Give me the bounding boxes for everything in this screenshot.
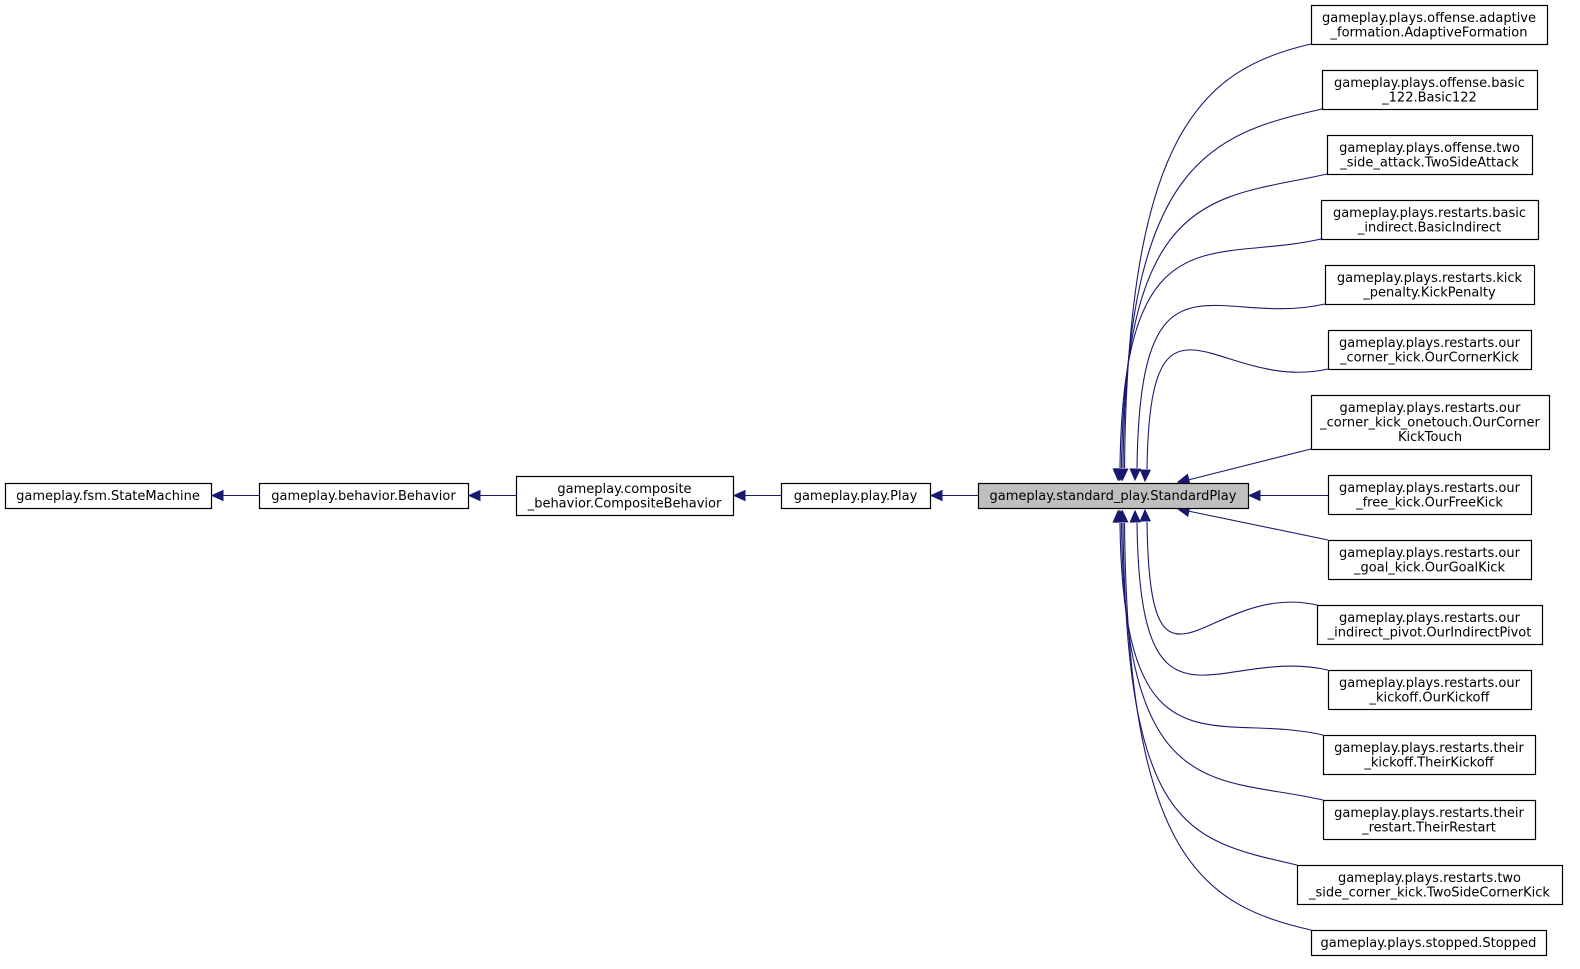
- class-node-play[interactable]: gameplay.play.Play: [780, 482, 932, 510]
- inheritance-edge-basic122-to-standardplay: [1115, 108, 1323, 482]
- inheritance-edge-ourcornerkicktouch-to-standardplay: [1176, 448, 1312, 485]
- class-node-label: gameplay.plays.restarts.our: [1339, 611, 1521, 626]
- class-node-label: gameplay.plays.offense.two: [1339, 141, 1520, 156]
- arrowhead-icon: [1129, 509, 1142, 523]
- class-node-theirrestart[interactable]: gameplay.plays.restarts.their_restart.Th…: [1322, 799, 1537, 841]
- class-node-label: gameplay.plays.stopped.Stopped: [1321, 936, 1537, 951]
- inheritance-edge-ourfreekick-to-standardplay: [1247, 489, 1328, 502]
- class-node-label: gameplay.standard_play.StandardPlay: [990, 489, 1237, 504]
- class-node-label: gameplay.behavior.Behavior: [271, 489, 456, 504]
- class-node-label: _goal_kick.OurGoalKick: [1353, 560, 1505, 575]
- class-node-twosideattack[interactable]: gameplay.plays.offense.two_side_attack.T…: [1326, 134, 1534, 176]
- class-node-theirkickoff[interactable]: gameplay.plays.restarts.their_kickoff.Th…: [1322, 734, 1537, 776]
- class-node-label: gameplay.plays.restarts.kick: [1337, 271, 1523, 286]
- arrowhead-icon: [210, 489, 224, 502]
- class-node-label: _corner_kick_onetouch.OurCorner: [1319, 416, 1540, 431]
- inheritance-edge-kickpenalty-to-standardplay: [1129, 303, 1326, 482]
- inheritance-edge-twosidecornerkick-to-standardplay: [1115, 509, 1298, 866]
- class-node-label: _122.Basic122: [1381, 90, 1477, 105]
- inheritance-edge-behavior-to-statemachine: [210, 489, 259, 502]
- edge-line: [1146, 521, 1318, 635]
- class-node-label: gameplay.plays.restarts.two: [1338, 871, 1521, 886]
- class-node-standardplay[interactable]: gameplay.standard_play.StandardPlay: [977, 482, 1250, 510]
- class-node-label: KickTouch: [1398, 430, 1462, 445]
- class-node-label: gameplay.plays.restarts.our: [1339, 676, 1521, 691]
- inheritance-edge-stopped-to-standardplay: [1116, 509, 1312, 931]
- arrowhead-icon: [1139, 508, 1152, 522]
- class-node-label: gameplay.plays.restarts.our: [1339, 481, 1521, 496]
- class-node-ourindirectpivot[interactable]: gameplay.plays.restarts.our_indirect_piv…: [1316, 604, 1544, 646]
- arrowhead-icon: [732, 489, 746, 502]
- class-node-ourfreekick[interactable]: gameplay.plays.restarts.our_free_kick.Ou…: [1327, 474, 1533, 516]
- edge-line: [1120, 173, 1328, 469]
- class-node-label: _kickoff.TheirKickoff: [1363, 755, 1494, 770]
- class-node-kickpenalty[interactable]: gameplay.plays.restarts.kick_penalty.Kic…: [1324, 264, 1536, 306]
- class-node-label: _indirect.BasicIndirect: [1357, 220, 1501, 235]
- class-node-basicindirect[interactable]: gameplay.plays.restarts.basic_indirect.B…: [1320, 199, 1540, 241]
- inheritance-edge-play-to-compositebehavior: [732, 489, 781, 502]
- class-node-label: gameplay.fsm.StateMachine: [16, 489, 200, 504]
- class-node-label: gameplay.plays.offense.basic: [1334, 76, 1525, 91]
- inheritance-diagram: gameplay.fsm.StateMachine gameplay.behavi…: [4, 4, 1564, 957]
- class-node-label: gameplay.plays.restarts.their: [1334, 806, 1524, 821]
- inheritance-edge-twosideattack-to-standardplay: [1113, 173, 1328, 482]
- class-node-label: gameplay.play.Play: [794, 489, 918, 504]
- inheritance-edge-ourkickoff-to-standardplay: [1129, 509, 1329, 676]
- class-node-behavior[interactable]: gameplay.behavior.Behavior: [258, 482, 470, 510]
- class-node-label: _penalty.KickPenalty: [1362, 285, 1496, 300]
- inheritance-edge-basicindirect-to-standardplay: [1112, 238, 1322, 482]
- edge-line: [1136, 303, 1326, 469]
- inheritance-edge-adaptiveformation-to-standardplay: [1116, 43, 1312, 482]
- edge-line: [1187, 510, 1329, 541]
- edge-line: [1187, 448, 1312, 481]
- arrowhead-icon: [467, 489, 481, 502]
- edge-line: [1120, 522, 1324, 801]
- class-node-adaptiveformation[interactable]: gameplay.plays.offense.adaptive_formatio…: [1310, 4, 1549, 46]
- class-node-label: _indirect_pivot.OurIndirectPivot: [1327, 625, 1532, 640]
- class-node-label: gameplay.plays.restarts.our: [1339, 546, 1521, 561]
- class-node-ourkickoff[interactable]: gameplay.plays.restarts.our_kickoff.OurK…: [1327, 669, 1533, 711]
- class-node-label: gameplay.plays.restarts.our: [1339, 336, 1521, 351]
- arrowhead-icon: [1129, 468, 1142, 482]
- arrowhead-icon: [1176, 473, 1191, 485]
- edge-line: [1123, 522, 1312, 931]
- class-node-compositebehavior[interactable]: gameplay.composite_behavior.CompositeBeh…: [515, 475, 735, 517]
- edge-line: [1136, 522, 1329, 676]
- class-node-ourcornerkick[interactable]: gameplay.plays.restarts.our_corner_kick.…: [1327, 329, 1533, 371]
- inheritance-edge-ourindirectpivot-to-standardplay: [1139, 508, 1318, 635]
- class-node-statemachine[interactable]: gameplay.fsm.StateMachine: [4, 482, 213, 510]
- arrowhead-icon: [929, 489, 943, 502]
- class-node-label: _corner_kick.OurCornerKick: [1339, 350, 1520, 365]
- arrowhead-icon: [1247, 489, 1261, 502]
- edge-line: [1123, 43, 1312, 469]
- class-node-label: gameplay.plays.restarts.basic: [1333, 206, 1526, 221]
- class-node-label: _behavior.CompositeBehavior: [527, 496, 722, 511]
- class-node-label: _side_corner_kick.TwoSideCornerKick: [1308, 885, 1550, 900]
- class-node-label: gameplay.plays.offense.adaptive: [1322, 11, 1536, 26]
- inheritance-edge-standardplay-to-play: [929, 489, 978, 502]
- class-node-basic122[interactable]: gameplay.plays.offense.basic_122.Basic12…: [1321, 69, 1539, 111]
- class-node-label: _free_kick.OurFreeKick: [1355, 495, 1503, 510]
- class-node-label: gameplay.composite: [557, 482, 691, 497]
- class-node-label: _side_attack.TwoSideAttack: [1339, 155, 1519, 170]
- class-node-label: gameplay.plays.restarts.their: [1334, 741, 1524, 756]
- inheritance-edge-ourcornerkick-to-standardplay: [1139, 349, 1329, 483]
- inheritance-edge-compositebehavior-to-behavior: [467, 489, 516, 502]
- class-node-ourgoalkick[interactable]: gameplay.plays.restarts.our_goal_kick.Ou…: [1327, 539, 1533, 581]
- class-node-stopped[interactable]: gameplay.plays.stopped.Stopped: [1310, 929, 1548, 957]
- class-node-label: _restart.TheirRestart: [1361, 820, 1496, 835]
- class-node-label: _formation.AdaptiveFormation: [1330, 25, 1528, 40]
- nodes: gameplay.fsm.StateMachine gameplay.behavi…: [4, 4, 1564, 957]
- class-node-label: gameplay.plays.restarts.our: [1340, 401, 1522, 416]
- class-node-label: _kickoff.OurKickoff: [1369, 690, 1491, 705]
- inheritance-edge-ourgoalkick-to-standardplay: [1176, 505, 1329, 541]
- edge-line: [1122, 108, 1323, 469]
- edge-line: [1119, 522, 1324, 736]
- arrowhead-icon: [1139, 469, 1152, 483]
- class-node-ourcornerkicktouch[interactable]: gameplay.plays.restarts.our_corner_kick_…: [1310, 394, 1551, 451]
- class-node-twosidecornerkick[interactable]: gameplay.plays.restarts.two_side_corner_…: [1296, 864, 1564, 906]
